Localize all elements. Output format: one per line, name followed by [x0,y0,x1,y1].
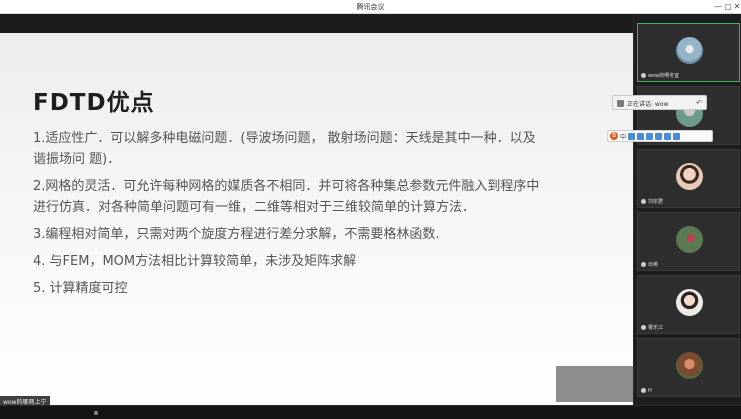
speaking-text: 正在讲话: wow [627,101,669,108]
participant-name: 曹乐江 [648,325,664,331]
participant-tile[interactable]: 出英 [637,212,740,271]
close-button[interactable]: ✕ [732,1,741,12]
participant-name: H [648,388,652,394]
ime-tool-icon[interactable] [646,132,654,140]
participant-avatar [676,226,703,253]
participant-tile[interactable]: 曹乐江 [637,275,740,334]
ime-toolbar[interactable]: S 中 [607,130,713,142]
speaker-icon [617,100,624,107]
ime-tool-icon[interactable] [664,132,672,140]
toolbar-dot-icon[interactable] [94,411,98,415]
participants-panel[interactable]: wow的啊冬宜 王北 刘宗君 出英 曹乐江 H [633,14,741,405]
slide-line-2: 2.网格的灵活．可允许每种网格的媒质各不相同．并可将各种集总参数元件融入到程序中 [33,179,540,194]
participant-avatar [676,289,703,316]
slide-line-1b: 谐振场问 题)． [33,152,121,167]
presentation-slide: FDTD优点 1.适应性广．可以解多种电磁问题．(导波场问题， 散射场问题：天线… [0,33,633,405]
slide-line-1: 1.适应性广．可以解多种电磁问题．(导波场问题， 散射场问题：天线是其中一种．以… [33,131,536,146]
slide-line-4: 4. 与FEM，MOM方法相比计算较简单，未涉及矩阵求解 [33,254,357,269]
microphone-icon [641,325,646,330]
window-titlebar: 腾讯会议 — ▢ ✕ [0,0,741,14]
slide-line-2b: 进行仿真．对各种简单问题可有一维，二维等相对于三维较简单的计算方法． [33,200,476,215]
microphone-icon [641,262,646,267]
microphone-icon [641,199,646,204]
slide-line-3: 3.编程相对简单，只需对两个旋度方程进行差分求解，不需要格林函数. [33,227,440,242]
participant-name: wow的啊冬宜 [648,73,680,79]
speaking-indicator: 正在讲话: wow ↶ [612,95,707,110]
minimize-button[interactable]: — [713,1,723,12]
slide-title: FDTD优点 [33,90,155,116]
participant-avatar [676,352,703,379]
ime-mode[interactable]: 中 [620,132,626,141]
shared-screen: FDTD优点 1.适应性广．可以解多种电磁问题．(导波场问题， 散射场问题：天线… [0,14,633,405]
microphone-icon [641,388,646,393]
microphone-icon [641,73,646,78]
sogou-icon[interactable]: S [610,132,618,140]
participant-tile[interactable]: H [637,338,740,397]
ime-tool-icon[interactable] [628,132,636,140]
ime-tool-icon[interactable] [655,132,663,140]
ime-tool-icon[interactable] [673,132,681,140]
participant-tile[interactable]: wow的啊冬宜 [637,23,740,82]
slide-line-5: 5. 计算精度可控 [33,281,128,296]
window-title: 腾讯会议 [356,3,385,11]
participant-avatar [676,37,703,64]
participant-name: 刘宗君 [648,199,664,205]
participant-tile[interactable]: 刘宗君 [637,149,740,208]
participant-name: 出英 [648,262,659,268]
participant-avatar [676,163,703,190]
slide-gray-block [556,366,633,402]
slide-top-band [0,14,633,33]
ime-tool-icon[interactable] [637,132,645,140]
bottom-toolbar [0,405,741,419]
undo-icon: ↶ [696,100,702,107]
